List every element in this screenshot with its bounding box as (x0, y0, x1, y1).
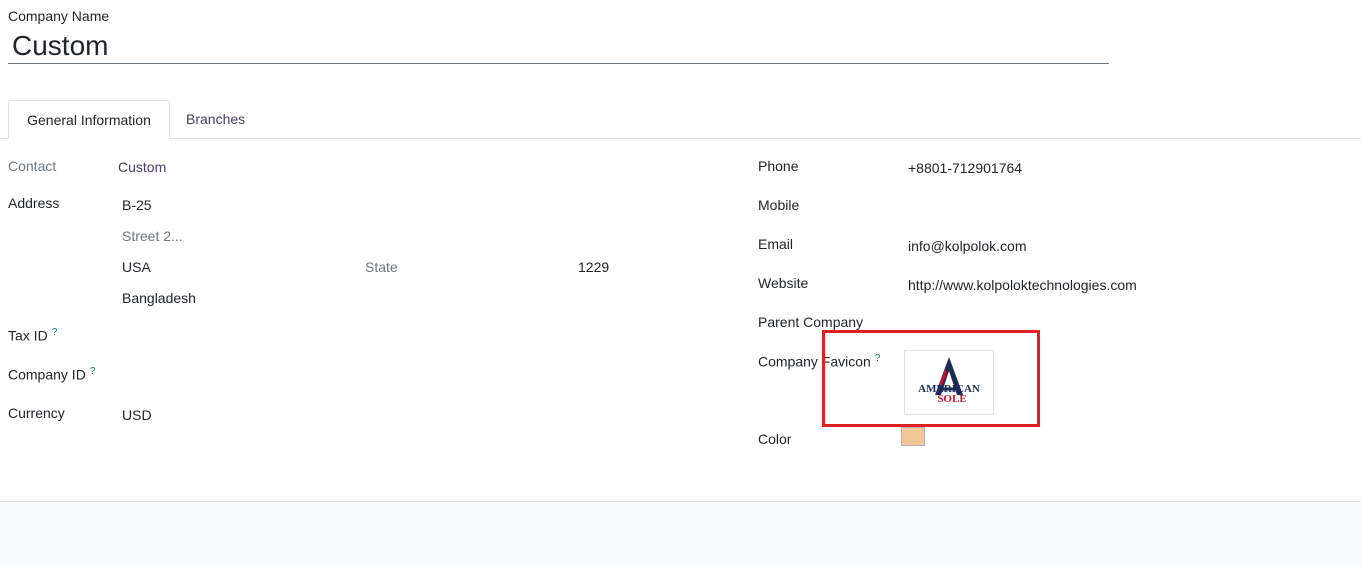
chatter-area (0, 501, 1361, 567)
country-field[interactable]: Bangladesh (122, 290, 196, 306)
currency-label: Currency (8, 405, 65, 421)
parent-company-label: Parent Company (758, 314, 864, 330)
color-swatch[interactable] (901, 427, 925, 446)
email-field[interactable]: info@kolpolok.com (908, 238, 1027, 254)
contact-link[interactable]: Custom (118, 159, 166, 175)
company-name-field[interactable]: Custom (12, 30, 108, 62)
company-id-label-text: Company ID (8, 366, 86, 383)
company-id-label: Company ID? (8, 366, 95, 383)
phone-label: Phone (758, 158, 799, 174)
street-field[interactable]: B-25 (122, 197, 152, 213)
company-id-help-icon[interactable]: ? (90, 366, 96, 377)
zip-field[interactable]: 1229 (578, 259, 609, 275)
company-name-label: Company Name (8, 8, 110, 24)
color-label: Color (758, 431, 792, 447)
email-label: Email (758, 236, 794, 252)
website-label: Website (758, 275, 809, 291)
tab-branches[interactable]: Branches (170, 100, 261, 139)
mobile-label: Mobile (758, 197, 800, 213)
contact-label: Contact (8, 158, 57, 174)
street2-field[interactable]: Street 2... (122, 228, 183, 244)
address-label: Address (8, 195, 60, 211)
state-field[interactable]: State (365, 259, 398, 275)
company-name-underline (8, 63, 1109, 64)
tax-id-label-text: Tax ID (8, 327, 48, 344)
city-field[interactable]: USA (122, 259, 151, 275)
tab-general-information[interactable]: General Information (8, 100, 170, 139)
currency-field[interactable]: USD (122, 407, 152, 423)
tax-id-help-icon[interactable]: ? (52, 327, 58, 338)
phone-field[interactable]: +8801-712901764 (908, 160, 1022, 176)
website-field[interactable]: http://www.kolpoloktechnologies.com (908, 277, 1137, 293)
highlight-box (822, 330, 1040, 427)
tax-id-label: Tax ID? (8, 327, 57, 344)
